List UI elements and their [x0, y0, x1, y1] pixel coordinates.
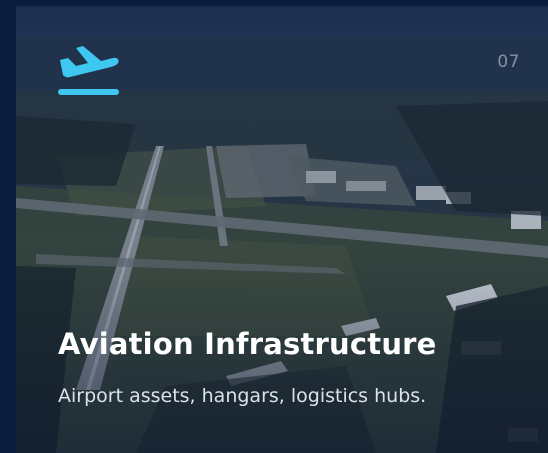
aviation-card[interactable]: 07 Aviation Infrastructure Airport asset…	[0, 0, 548, 453]
card-title: Aviation Infrastructure	[58, 327, 437, 361]
card-index-number: 07	[497, 52, 520, 72]
airplane-departure-icon	[58, 46, 120, 98]
card-frame-left	[0, 0, 16, 453]
card-subtitle: Airport assets, hangars, logistics hubs.	[58, 385, 427, 407]
